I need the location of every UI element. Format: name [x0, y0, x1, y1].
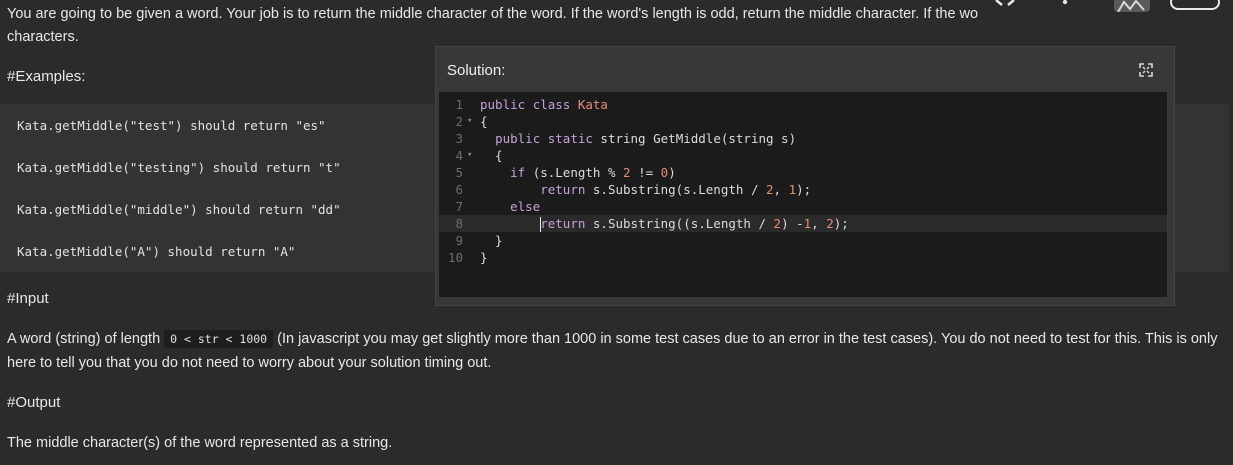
code-line-text: return s.Substring(s.Length / 2, 1); [540, 182, 812, 197]
code-line: 2 ▾ { [439, 113, 1167, 130]
expand-icon[interactable] [1139, 63, 1153, 77]
description-line-2: characters. [7, 29, 79, 45]
example-line: Kata.getMiddle("middle") should return "… [17, 202, 341, 217]
input-description-line-2: here to tell you that you do not need to… [7, 355, 492, 371]
fold-toggle-icon[interactable]: ▾ [467, 113, 472, 130]
line-number: 5 [455, 165, 463, 180]
output-heading: #Output [7, 394, 61, 411]
example-line: Kata.getMiddle("testing") should return … [17, 160, 341, 175]
fold-toggle-icon[interactable]: ▾ [467, 147, 472, 164]
line-number: 6 [455, 182, 463, 197]
code-line-text: { [480, 114, 488, 129]
code-editor[interactable]: 1 public class Kata 2 ▾ { 3 public stati… [439, 92, 1167, 297]
dropdown-caret-icon[interactable] [1061, 0, 1069, 6]
inline-code: 0 < str < 1000 [164, 330, 274, 348]
input-description-line-1: A word (string) of length 0 < str < 1000… [7, 328, 1217, 351]
line-number: 8 [455, 216, 463, 231]
avatar[interactable] [1114, 0, 1150, 12]
line-number: 9 [455, 233, 463, 248]
code-line: 3 public static string GetMiddle(string … [439, 130, 1167, 147]
line-number: 4 [455, 148, 463, 163]
code-line-text: } [480, 250, 488, 265]
description-line-1: You are going to be given a word. Your j… [7, 6, 979, 22]
line-number: 7 [455, 199, 463, 214]
line-number: 2 [455, 114, 463, 129]
line-number: 3 [455, 131, 463, 146]
code-line-text: public static string GetMiddle(string s) [495, 131, 797, 146]
code-line: 5 if (s.Length % 2 != 0) [439, 164, 1167, 181]
input-heading: #Input [7, 290, 49, 307]
example-line: Kata.getMiddle("A") should return "A" [17, 244, 296, 259]
code-line-active: 8 return s.Substring((s.Length / 2) -1, … [439, 215, 1167, 232]
code-line-text: return s.Substring((s.Length / 2) -1, 2)… [540, 216, 849, 232]
code-line: 7 else [439, 198, 1167, 215]
close-icon[interactable] [994, 0, 1016, 6]
code-line-text: if (s.Length % 2 != 0) [510, 165, 676, 180]
examples-heading: #Examples: [7, 68, 86, 85]
code-line: 9 } [439, 232, 1167, 249]
code-line: 1 public class Kata [439, 96, 1167, 113]
line-number: 1 [455, 97, 463, 112]
line-number: 10 [447, 250, 463, 265]
code-line: 10 } [439, 249, 1167, 266]
solution-panel-title: Solution: [447, 62, 506, 79]
code-line: 4 ▾ { [439, 147, 1167, 164]
code-line-text: public class Kata [480, 97, 608, 112]
example-line: Kata.getMiddle("test") should return "es… [17, 118, 326, 133]
code-line-text: { [480, 148, 503, 163]
menu-button[interactable] [1170, 0, 1220, 10]
code-line-text: } [480, 233, 503, 248]
input-text-before: A word (string) of length [7, 331, 161, 347]
input-text-after: (In javascript you may get slightly more… [277, 331, 1218, 347]
code-line: 6 return s.Substring(s.Length / 2, 1); [439, 181, 1167, 198]
code-line-text: else [510, 199, 541, 214]
output-description: The middle character(s) of the word repr… [7, 435, 393, 451]
